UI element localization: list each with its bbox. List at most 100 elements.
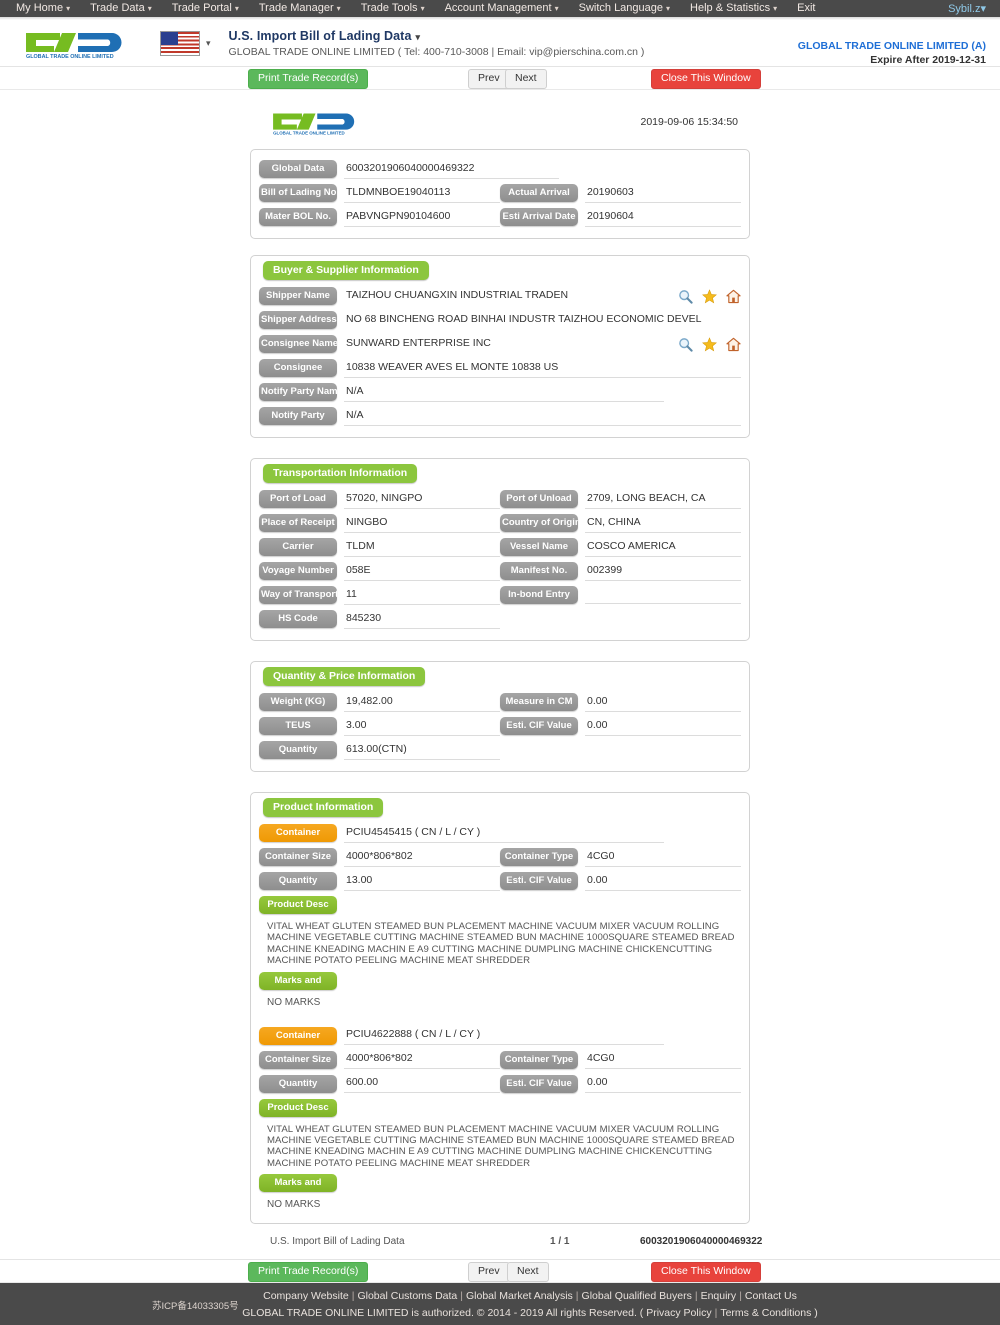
nav-item-trade-portal[interactable]: Trade Portal ▾ (162, 0, 249, 17)
next-button-bottom[interactable]: Next (507, 1262, 549, 1283)
container-size-label: Container Size (259, 1050, 337, 1069)
company-contact-line: GLOBAL TRADE ONLINE LIMITED ( Tel: 400-7… (228, 45, 645, 58)
product-quantity-value: 13.00 (344, 872, 500, 891)
footer-link-company-website[interactable]: Company Website (263, 1290, 349, 1302)
product-information-card: Product Information Container PCIU454541… (250, 792, 750, 1225)
nav-item-trade-data[interactable]: Trade Data ▾ (80, 0, 162, 17)
footer-copyright-text: GLOBAL TRADE ONLINE LIMITED is authorize… (242, 1307, 644, 1320)
chevron-down-icon: ▾ (336, 4, 341, 13)
carrier-label: Carrier (259, 538, 337, 556)
marks-label: Marks and (259, 971, 337, 990)
star-icon[interactable] (702, 288, 717, 304)
buyer-supplier-card: Buyer & Supplier Information Shipper Nam… (250, 255, 750, 438)
nav-item-label: Account Management (444, 2, 552, 14)
product-item: Container PCIU4545415 ( CN / L / CY ) Co… (259, 821, 741, 1012)
nav-item-account-management[interactable]: Account Management ▾ (435, 0, 569, 17)
carrier-vessel-row: Carrier TLDM Vessel Name COSCO AMERICA (259, 535, 741, 559)
nav-user-menu[interactable]: Sybil.z▾ (940, 2, 994, 15)
product-information-section-title: Product Information (263, 798, 384, 817)
footer-link-contact-us[interactable]: Contact Us (745, 1290, 797, 1302)
chevron-down-icon: ▾ (66, 4, 71, 13)
shipper-name-label: Shipper Name (259, 287, 337, 305)
nav-item-trade-manager[interactable]: Trade Manager ▾ (249, 0, 351, 17)
shipper-address-row: Shipper Address NO 68 BINCHENG ROAD BINH… (259, 308, 741, 332)
marks-header-row: Marks and (259, 969, 741, 993)
chevron-down-icon: ▾ (415, 31, 421, 42)
container-value: PCIU4622888 ( CN / L / CY ) (344, 1026, 664, 1046)
container-size-type-row: Container Size 4000*806*802 Container Typ… (259, 845, 741, 869)
print-trade-records-button[interactable]: Print Trade Record(s) (248, 69, 369, 89)
product-cif-label: Esti. CIF Value (500, 1074, 578, 1093)
shipper-action-icons (678, 288, 741, 304)
product-desc-header-row: Product Desc (259, 893, 741, 917)
marks-text: NO MARKS (267, 996, 321, 1008)
quantity-label: Quantity (259, 741, 337, 759)
top-navigation-bar: My Home ▾ Trade Data ▾ Trade Portal ▾ Trade… (0, 0, 1000, 17)
home-icon[interactable] (726, 289, 741, 304)
hs-code-value: 845230 (344, 610, 500, 629)
country-of-origin-label: Country of Origin (500, 514, 578, 532)
footer-link-global-customs-data[interactable]: Global Customs Data (357, 1290, 457, 1302)
manifest-no-label: Manifest No. (500, 562, 578, 580)
quantity-value: 613.00(CTN) (344, 741, 500, 760)
consignee-action-icons (678, 336, 741, 352)
shipper-address-label: Shipper Address (259, 311, 337, 329)
brand-logo[interactable]: GLOBAL TRADE ONLINE LIMITED (12, 27, 132, 59)
teus-label: TEUS (259, 717, 337, 735)
footer-link-terms-conditions[interactable]: Terms & Conditions (720, 1307, 811, 1319)
page-title[interactable]: U.S. Import Bill of Lading Data ▾ (229, 29, 645, 43)
nav-item-label: Exit (797, 2, 816, 14)
chevron-down-icon: ▾ (420, 4, 425, 13)
nav-item-switch-language[interactable]: Switch Language ▾ (569, 0, 680, 17)
notify-party-value: N/A (344, 407, 741, 426)
footer-link-global-qualified-buyers[interactable]: Global Qualified Buyers (582, 1290, 692, 1302)
weight-measure-row: Weight (KG) 19,482.00 Measure in CM 0.00 (259, 690, 741, 714)
gto-logo-icon: GLOBAL TRADE ONLINE LIMITED (273, 113, 355, 136)
teus-cif-row: TEUS 3.00 Esti. CIF Value 0.00 (259, 714, 741, 738)
chevron-down-icon: ▾ (206, 37, 211, 48)
home-icon[interactable] (726, 337, 741, 352)
bill-of-lading-row: Bill of Lading No. TLDMNBOE19040113 Actu… (259, 181, 741, 205)
svg-text:GLOBAL TRADE ONLINE LIMITED: GLOBAL TRADE ONLINE LIMITED (26, 54, 114, 59)
next-button[interactable]: Next (505, 69, 547, 89)
footer-link-privacy-policy[interactable]: Privacy Policy (646, 1307, 711, 1319)
product-desc-text: VITAL WHEAT GLUTEN STEAMED BUN PLACEMENT… (267, 1123, 735, 1169)
nav-item-label: My Home (16, 2, 64, 14)
footer-link-global-market-analysis[interactable]: Global Market Analysis (466, 1290, 573, 1302)
prev-button-bottom[interactable]: Prev (468, 1262, 510, 1283)
nav-item-label: Trade Tools (360, 2, 418, 14)
nav-item-help-statistics[interactable]: Help & Statistics ▾ (680, 0, 787, 17)
country-flag-selector[interactable]: ▾ (160, 30, 211, 56)
print-trade-records-button-bottom[interactable]: Print Trade Record(s) (248, 1262, 369, 1283)
container-size-label: Container Size (259, 848, 337, 866)
product-desc-text: VITAL WHEAT GLUTEN STEAMED BUN PLACEMENT… (267, 921, 735, 967)
close-window-button-bottom[interactable]: Close This Window (651, 1262, 761, 1283)
transportation-section-title: Transportation Information (263, 464, 418, 483)
star-icon[interactable] (702, 336, 717, 352)
page-footer: 苏ICP备14033305号 Company Website | Global Cu… (0, 1283, 1000, 1325)
gto-logo-icon: GLOBAL TRADE ONLINE LIMITED (26, 33, 122, 59)
page-title-block: U.S. Import Bill of Lading Data ▾ GLOBAL … (229, 29, 645, 58)
footer-link-enquiry[interactable]: Enquiry (701, 1290, 737, 1302)
chevron-down-icon: ▾ (980, 3, 986, 15)
actual-arrival-label: Actual Arrival (500, 184, 578, 202)
nav-item-trade-tools[interactable]: Trade Tools ▾ (351, 0, 435, 17)
footer-separator: | (460, 1290, 463, 1303)
product-item-separator (259, 1012, 741, 1024)
marks-text: NO MARKS (267, 1199, 321, 1211)
close-window-button[interactable]: Close This Window (651, 69, 761, 89)
transport-inbond-row: Way of Transport 11 In-bond Entry (259, 583, 741, 607)
chevron-down-icon: ▾ (147, 4, 152, 13)
us-flag-icon (160, 30, 200, 56)
prev-button[interactable]: Prev (468, 69, 510, 89)
esti-arrival-date-value: 20190604 (585, 208, 741, 227)
nav-item-exit[interactable]: Exit (787, 0, 825, 17)
footer-separator: | (694, 1290, 698, 1303)
product-item: Container PCIU4622888 ( CN / L / CY ) Co… (259, 1024, 741, 1215)
search-icon[interactable] (678, 337, 693, 352)
nav-item-my-home[interactable]: My Home ▾ (6, 0, 80, 17)
footer-separator: | (351, 1290, 355, 1303)
shipper-address-value: NO 68 BINCHENG ROAD BINHAI INDUSTR TAIZH… (346, 313, 702, 325)
place-of-receipt-label: Place of Receipt (259, 514, 337, 532)
search-icon[interactable] (678, 289, 693, 304)
